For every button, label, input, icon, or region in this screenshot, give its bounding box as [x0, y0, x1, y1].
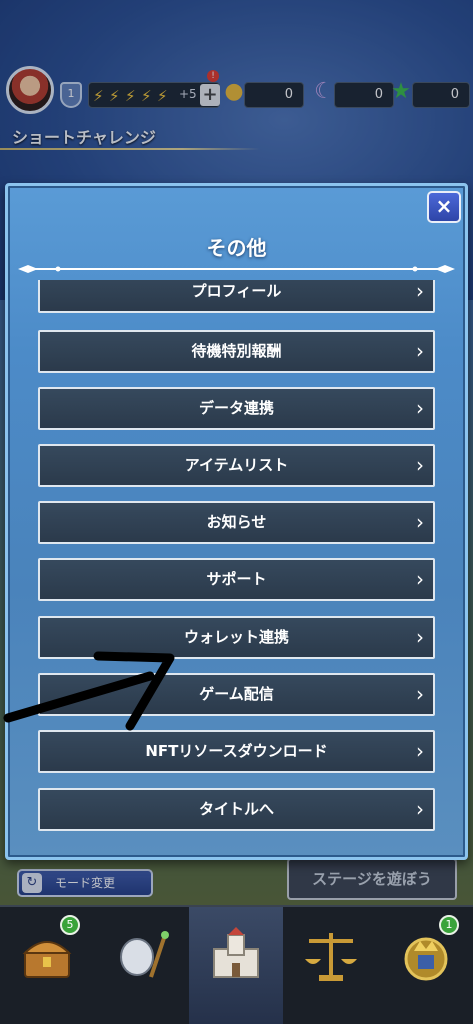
chevron-right-icon: ›	[416, 797, 424, 821]
nav-badge: 1	[439, 915, 459, 935]
nav-guild[interactable]: 1	[379, 907, 473, 1024]
chevron-right-icon: ›	[416, 739, 424, 763]
menu-item-to-title[interactable]: タイトルへ ›	[38, 788, 435, 831]
menu-item-profile[interactable]: プロフィール ›	[38, 280, 435, 313]
nav-badge: 5	[60, 915, 80, 935]
menu-item-label: 待機特別報酬	[191, 342, 282, 360]
menu-item-label: アイテムリスト	[184, 456, 289, 474]
menu-item-label: タイトルへ	[198, 800, 274, 818]
menu-item-label: データ連携	[198, 399, 274, 417]
menu-item-label: お知らせ	[206, 513, 267, 531]
castle-icon	[213, 927, 259, 978]
nav-trade[interactable]	[284, 907, 378, 1024]
chevron-right-icon: ›	[416, 682, 424, 706]
annotation-arrow-icon	[3, 651, 175, 731]
nav-castle[interactable]	[189, 907, 283, 1024]
chevron-right-icon: ›	[416, 625, 424, 649]
chevron-right-icon: ›	[416, 396, 424, 420]
menu-item-item-list[interactable]: アイテムリスト ›	[38, 444, 435, 487]
menu-item-label: プロフィール	[191, 282, 282, 300]
menu-item-label: サポート	[206, 570, 267, 588]
dialog-title: その他	[206, 236, 267, 260]
chevron-right-icon: ›	[416, 567, 424, 591]
nav-treasure[interactable]: 5	[0, 907, 94, 1024]
menu-item-support[interactable]: サポート ›	[38, 558, 435, 601]
title-ornament	[18, 265, 455, 273]
menu-item-news[interactable]: お知らせ ›	[38, 501, 435, 544]
chevron-right-icon: ›	[416, 339, 424, 363]
nav-equipment[interactable]	[94, 907, 188, 1024]
menu-list[interactable]: プロフィール › 待機特別報酬 › データ連携 › アイテムリスト › お知らせ…	[20, 280, 453, 842]
chevron-right-icon: ›	[416, 453, 424, 477]
chevron-right-icon: ›	[416, 510, 424, 534]
menu-item-data-link[interactable]: データ連携 ›	[38, 387, 435, 430]
menu-item-label: NFTリソースダウンロード	[145, 742, 328, 760]
close-button[interactable]: ×	[427, 191, 461, 223]
scales-icon	[305, 933, 357, 981]
menu-item-standby-reward[interactable]: 待機特別報酬 ›	[38, 330, 435, 373]
chevron-right-icon: ›	[416, 280, 424, 303]
armor-weapon-icon	[120, 931, 169, 978]
